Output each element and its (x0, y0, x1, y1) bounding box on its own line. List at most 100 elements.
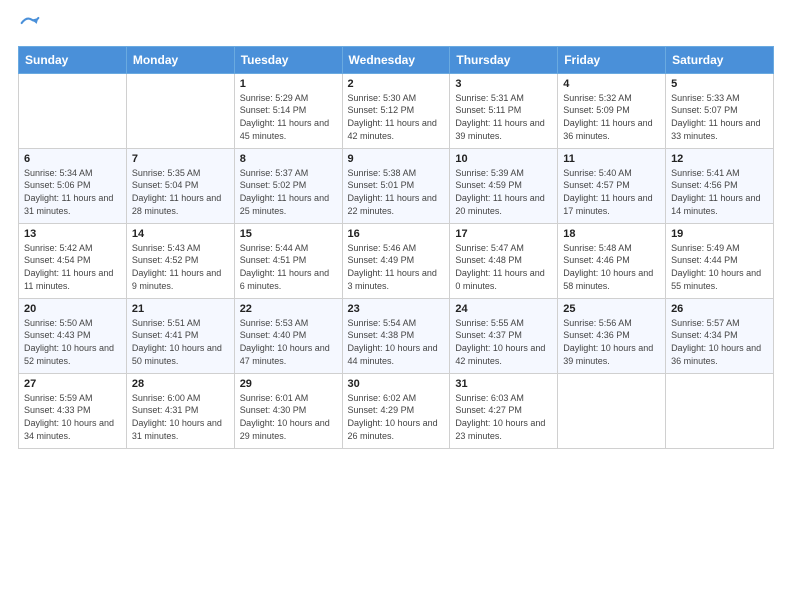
day-info: Sunrise: 5:51 AM Sunset: 4:41 PM Dayligh… (132, 317, 229, 367)
day-number: 21 (132, 303, 229, 315)
logo-text (18, 16, 40, 36)
calendar-day-header: Saturday (666, 46, 774, 73)
day-info: Sunrise: 5:30 AM Sunset: 5:12 PM Dayligh… (348, 92, 445, 142)
day-number: 14 (132, 228, 229, 240)
day-info: Sunrise: 5:29 AM Sunset: 5:14 PM Dayligh… (240, 92, 337, 142)
day-info: Sunrise: 5:39 AM Sunset: 4:59 PM Dayligh… (455, 167, 552, 217)
calendar-cell: 20 Sunrise: 5:50 AM Sunset: 4:43 PM Dayli… (19, 298, 127, 373)
day-number: 7 (132, 153, 229, 165)
header (18, 16, 774, 36)
calendar-cell (558, 373, 666, 448)
calendar-day-header: Tuesday (234, 46, 342, 73)
calendar-cell: 23 Sunrise: 5:54 AM Sunset: 4:38 PM Dayli… (342, 298, 450, 373)
day-info: Sunrise: 5:32 AM Sunset: 5:09 PM Dayligh… (563, 92, 660, 142)
calendar-week-row: 13 Sunrise: 5:42 AM Sunset: 4:54 PM Dayli… (19, 223, 774, 298)
day-info: Sunrise: 6:00 AM Sunset: 4:31 PM Dayligh… (132, 392, 229, 442)
calendar-cell: 2 Sunrise: 5:30 AM Sunset: 5:12 PM Daylig… (342, 73, 450, 148)
calendar: SundayMondayTuesdayWednesdayThursdayFrid… (18, 46, 774, 449)
day-number: 18 (563, 228, 660, 240)
day-number: 26 (671, 303, 768, 315)
day-number: 29 (240, 378, 337, 390)
day-info: Sunrise: 5:37 AM Sunset: 5:02 PM Dayligh… (240, 167, 337, 217)
calendar-cell: 16 Sunrise: 5:46 AM Sunset: 4:49 PM Dayli… (342, 223, 450, 298)
day-info: Sunrise: 5:46 AM Sunset: 4:49 PM Dayligh… (348, 242, 445, 292)
day-number: 12 (671, 153, 768, 165)
calendar-day-header: Wednesday (342, 46, 450, 73)
day-info: Sunrise: 5:53 AM Sunset: 4:40 PM Dayligh… (240, 317, 337, 367)
day-number: 27 (24, 378, 121, 390)
calendar-day-header: Thursday (450, 46, 558, 73)
day-info: Sunrise: 6:03 AM Sunset: 4:27 PM Dayligh… (455, 392, 552, 442)
calendar-cell: 25 Sunrise: 5:56 AM Sunset: 4:36 PM Dayli… (558, 298, 666, 373)
day-number: 5 (671, 78, 768, 90)
day-number: 16 (348, 228, 445, 240)
calendar-cell: 28 Sunrise: 6:00 AM Sunset: 4:31 PM Dayli… (126, 373, 234, 448)
calendar-cell: 5 Sunrise: 5:33 AM Sunset: 5:07 PM Daylig… (666, 73, 774, 148)
day-info: Sunrise: 5:48 AM Sunset: 4:46 PM Dayligh… (563, 242, 660, 292)
calendar-cell: 29 Sunrise: 6:01 AM Sunset: 4:30 PM Dayli… (234, 373, 342, 448)
calendar-cell: 3Sunrise: 5:31 AM Sunset: 5:11 PM Daylig… (450, 73, 558, 148)
day-info: Sunrise: 5:47 AM Sunset: 4:48 PM Dayligh… (455, 242, 552, 292)
day-info: Sunrise: 5:49 AM Sunset: 4:44 PM Dayligh… (671, 242, 768, 292)
day-number: 2 (348, 78, 445, 90)
day-info: Sunrise: 6:01 AM Sunset: 4:30 PM Dayligh… (240, 392, 337, 442)
day-number: 15 (240, 228, 337, 240)
day-info: Sunrise: 5:59 AM Sunset: 4:33 PM Dayligh… (24, 392, 121, 442)
calendar-cell: 8 Sunrise: 5:37 AM Sunset: 5:02 PM Daylig… (234, 148, 342, 223)
calendar-week-row: 27 Sunrise: 5:59 AM Sunset: 4:33 PM Dayli… (19, 373, 774, 448)
calendar-cell: 14Sunrise: 5:43 AM Sunset: 4:52 PM Dayli… (126, 223, 234, 298)
day-info: Sunrise: 5:44 AM Sunset: 4:51 PM Dayligh… (240, 242, 337, 292)
calendar-day-header: Sunday (19, 46, 127, 73)
day-number: 8 (240, 153, 337, 165)
calendar-cell: 15 Sunrise: 5:44 AM Sunset: 4:51 PM Dayli… (234, 223, 342, 298)
calendar-day-header: Friday (558, 46, 666, 73)
calendar-cell (19, 73, 127, 148)
day-info: Sunrise: 5:50 AM Sunset: 4:43 PM Dayligh… (24, 317, 121, 367)
calendar-cell: 11 Sunrise: 5:40 AM Sunset: 4:57 PM Dayli… (558, 148, 666, 223)
day-number: 10 (455, 153, 552, 165)
calendar-cell: 22 Sunrise: 5:53 AM Sunset: 4:40 PM Dayli… (234, 298, 342, 373)
calendar-cell (666, 373, 774, 448)
day-info: Sunrise: 5:41 AM Sunset: 4:56 PM Dayligh… (671, 167, 768, 217)
day-info: Sunrise: 5:31 AM Sunset: 5:11 PM Dayligh… (455, 92, 552, 142)
calendar-day-header: Monday (126, 46, 234, 73)
day-number: 24 (455, 303, 552, 315)
calendar-cell: 7 Sunrise: 5:35 AM Sunset: 5:04 PM Daylig… (126, 148, 234, 223)
calendar-cell: 1 Sunrise: 5:29 AM Sunset: 5:14 PM Daylig… (234, 73, 342, 148)
day-number: 19 (671, 228, 768, 240)
day-number: 20 (24, 303, 121, 315)
calendar-cell: 17 Sunrise: 5:47 AM Sunset: 4:48 PM Dayli… (450, 223, 558, 298)
day-number: 28 (132, 378, 229, 390)
day-info: Sunrise: 5:56 AM Sunset: 4:36 PM Dayligh… (563, 317, 660, 367)
day-number: 17 (455, 228, 552, 240)
calendar-cell: 19 Sunrise: 5:49 AM Sunset: 4:44 PM Dayli… (666, 223, 774, 298)
day-info: Sunrise: 6:02 AM Sunset: 4:29 PM Dayligh… (348, 392, 445, 442)
logo (18, 16, 40, 36)
day-number: 23 (348, 303, 445, 315)
day-number: 22 (240, 303, 337, 315)
day-info: Sunrise: 5:35 AM Sunset: 5:04 PM Dayligh… (132, 167, 229, 217)
day-info: Sunrise: 5:33 AM Sunset: 5:07 PM Dayligh… (671, 92, 768, 142)
day-info: Sunrise: 5:34 AM Sunset: 5:06 PM Dayligh… (24, 167, 121, 217)
day-info: Sunrise: 5:57 AM Sunset: 4:34 PM Dayligh… (671, 317, 768, 367)
day-info: Sunrise: 5:54 AM Sunset: 4:38 PM Dayligh… (348, 317, 445, 367)
calendar-cell: 27 Sunrise: 5:59 AM Sunset: 4:33 PM Dayli… (19, 373, 127, 448)
calendar-cell (126, 73, 234, 148)
calendar-cell: 13 Sunrise: 5:42 AM Sunset: 4:54 PM Dayli… (19, 223, 127, 298)
day-number: 31 (455, 378, 552, 390)
day-number: 1 (240, 78, 337, 90)
day-info: Sunrise: 5:42 AM Sunset: 4:54 PM Dayligh… (24, 242, 121, 292)
calendar-cell: 30Sunrise: 6:02 AM Sunset: 4:29 PM Dayli… (342, 373, 450, 448)
day-info: Sunrise: 5:40 AM Sunset: 4:57 PM Dayligh… (563, 167, 660, 217)
day-number: 13 (24, 228, 121, 240)
logo-icon (20, 13, 40, 33)
calendar-cell: 10 Sunrise: 5:39 AM Sunset: 4:59 PM Dayli… (450, 148, 558, 223)
day-number: 11 (563, 153, 660, 165)
calendar-week-row: 6Sunrise: 5:34 AM Sunset: 5:06 PM Daylig… (19, 148, 774, 223)
calendar-cell: 21 Sunrise: 5:51 AM Sunset: 4:41 PM Dayli… (126, 298, 234, 373)
calendar-week-row: 20 Sunrise: 5:50 AM Sunset: 4:43 PM Dayli… (19, 298, 774, 373)
day-info: Sunrise: 5:55 AM Sunset: 4:37 PM Dayligh… (455, 317, 552, 367)
day-number: 25 (563, 303, 660, 315)
calendar-cell: 4Sunrise: 5:32 AM Sunset: 5:09 PM Daylig… (558, 73, 666, 148)
calendar-cell: 6Sunrise: 5:34 AM Sunset: 5:06 PM Daylig… (19, 148, 127, 223)
